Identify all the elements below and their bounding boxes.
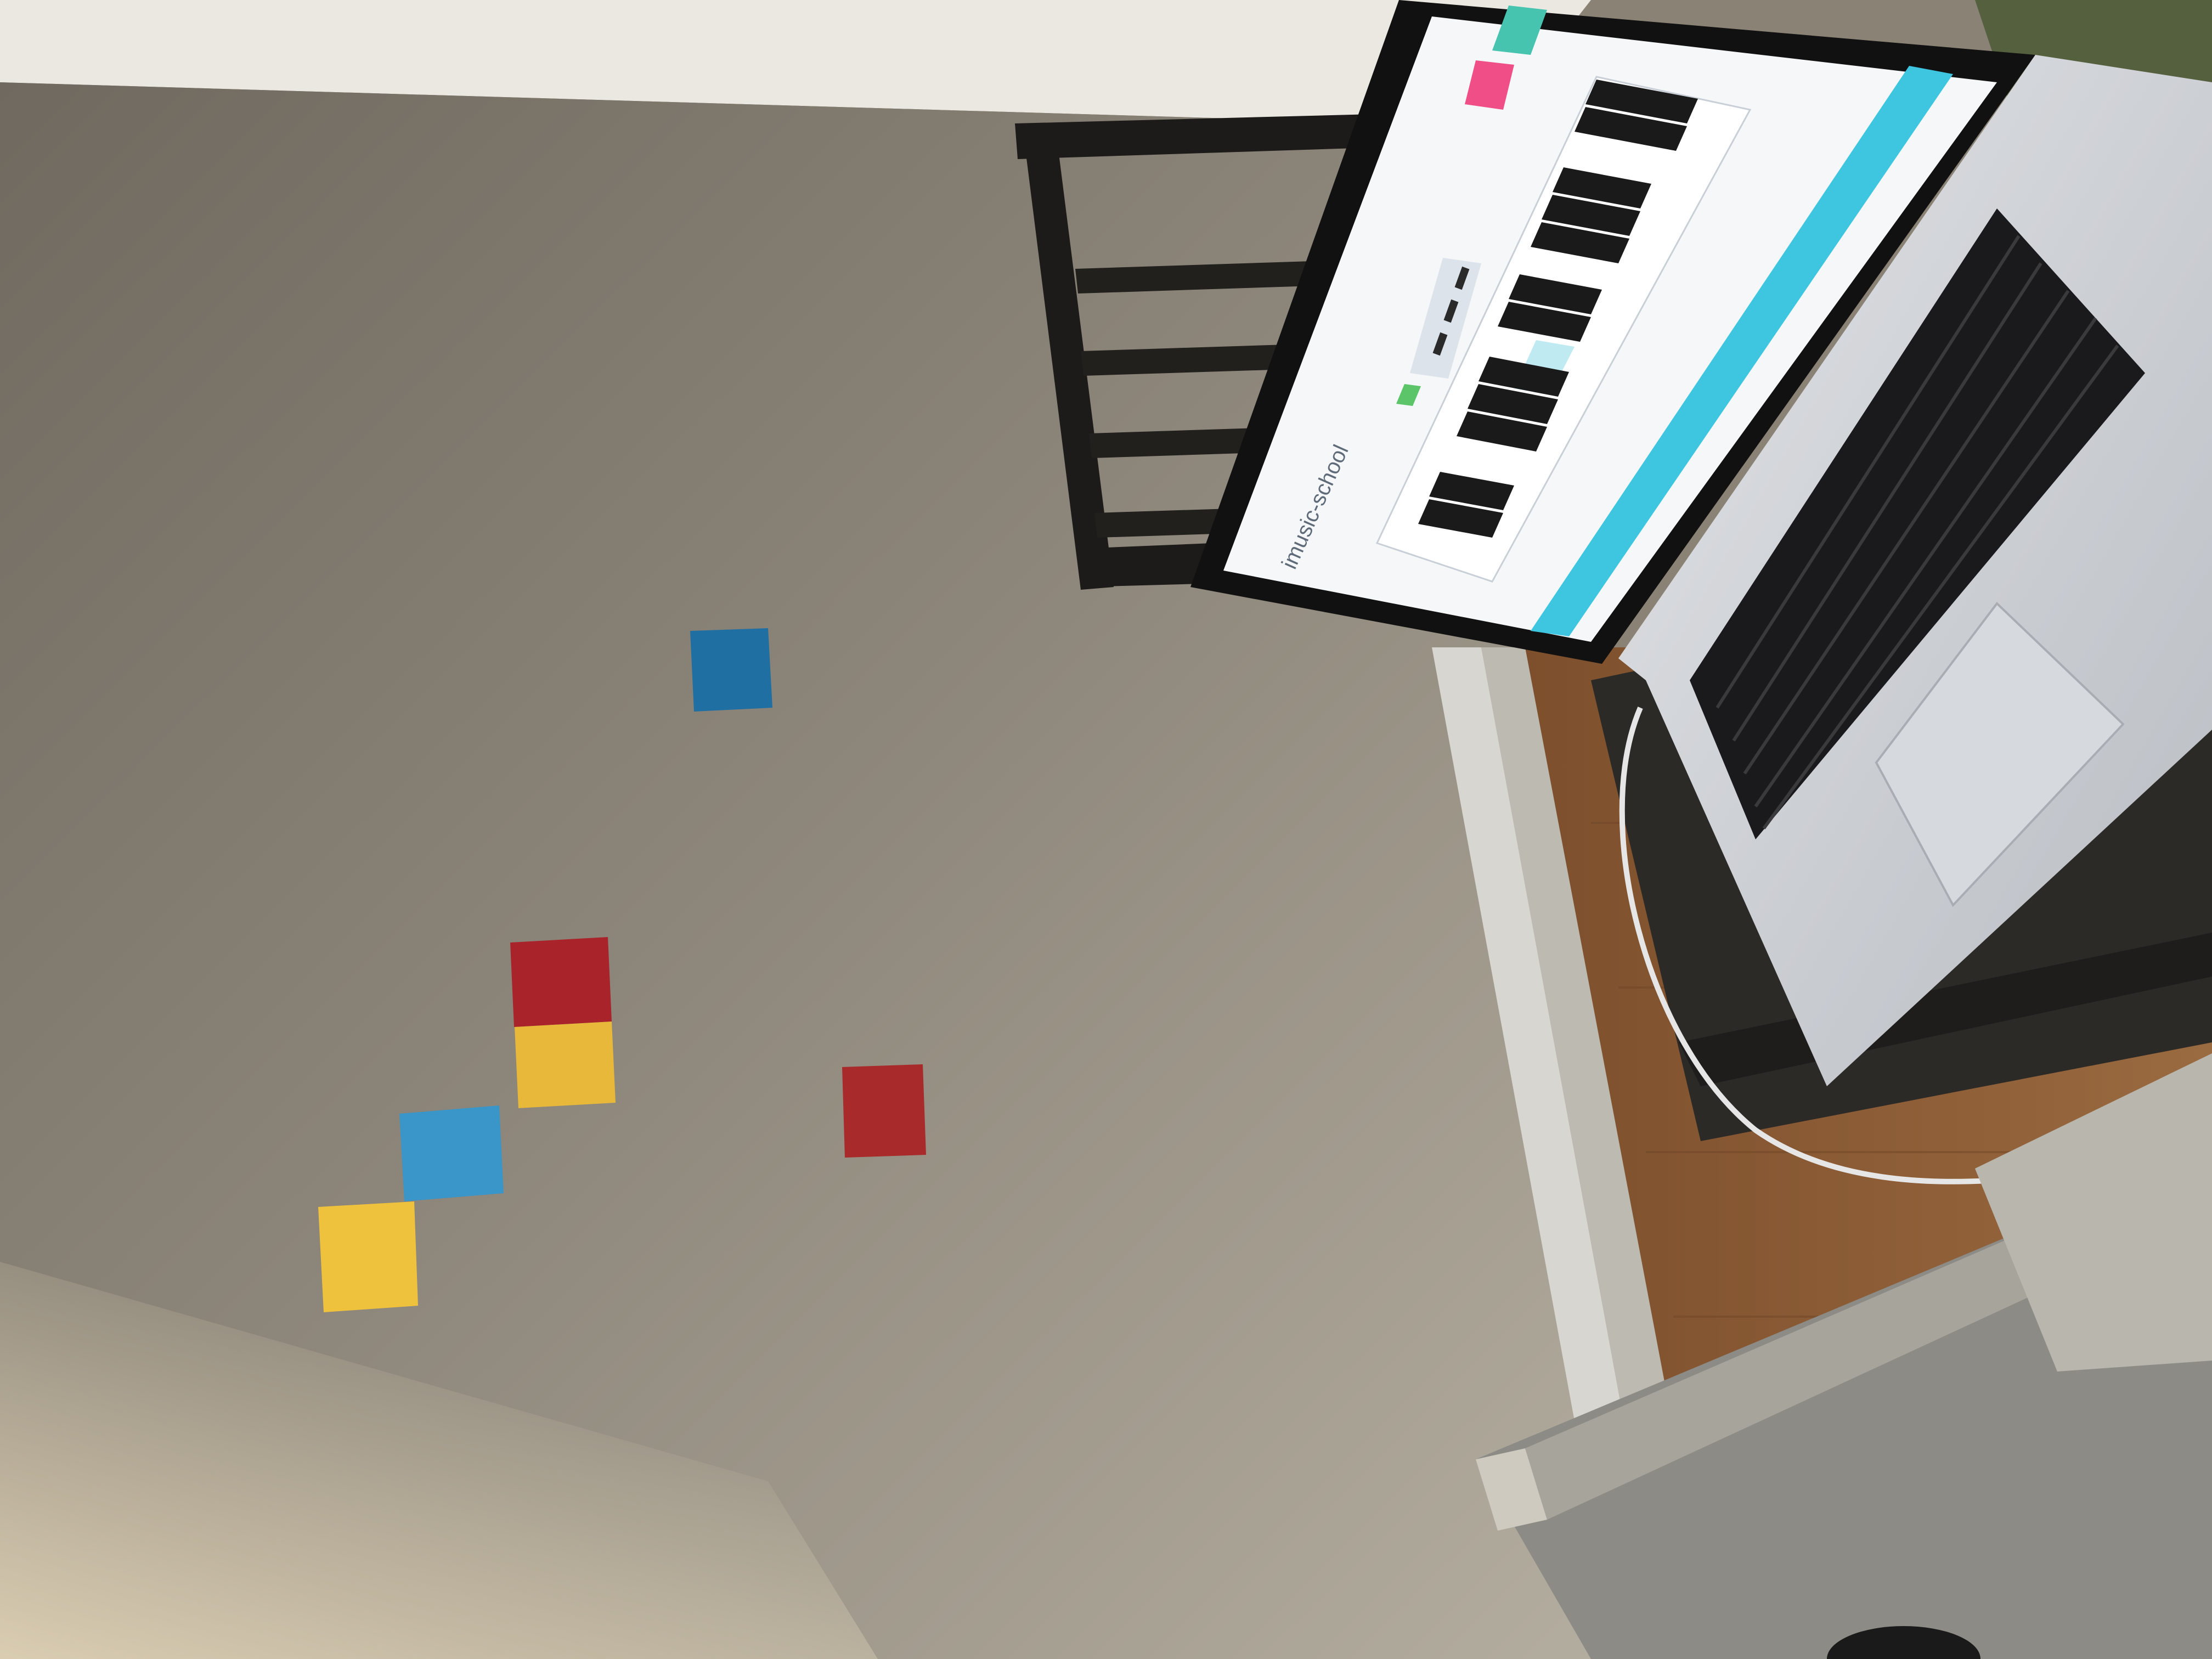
sticky-note-yellow	[515, 1022, 616, 1108]
sticky-note-blue	[690, 628, 772, 712]
sticky-note-red-2	[842, 1064, 926, 1158]
sticky-note-yellow-2	[318, 1201, 418, 1312]
sticky-note-red	[510, 937, 612, 1027]
photo-scene: imusic-school	[0, 0, 2212, 1659]
sticky-note-blue-2	[399, 1105, 504, 1201]
